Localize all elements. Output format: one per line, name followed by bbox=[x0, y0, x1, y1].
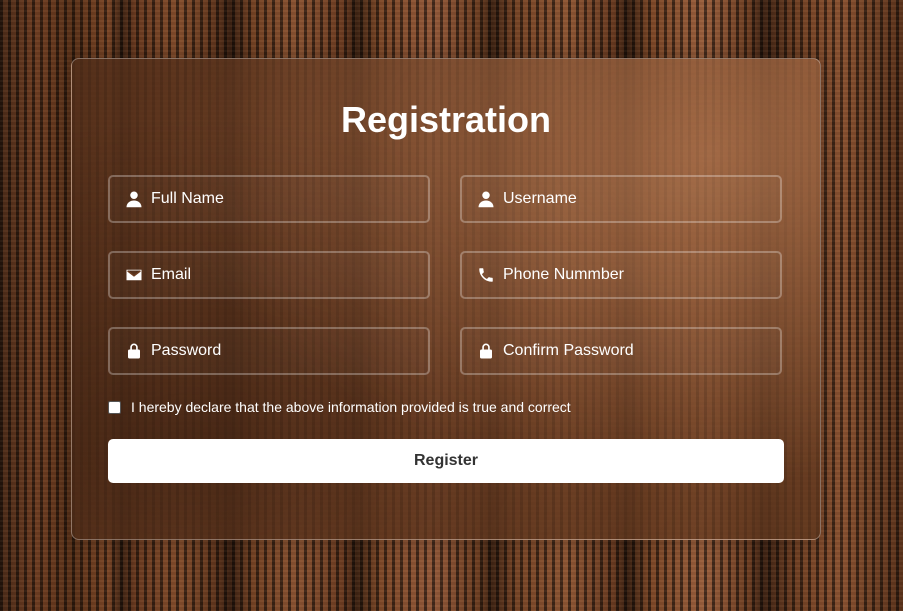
phone-icon bbox=[476, 265, 496, 285]
email-field[interactable] bbox=[108, 251, 430, 299]
password-input[interactable] bbox=[151, 342, 421, 360]
phone-field[interactable] bbox=[460, 251, 782, 299]
username-input[interactable] bbox=[503, 190, 773, 208]
declaration-checkbox[interactable] bbox=[108, 400, 121, 414]
email-input[interactable] bbox=[151, 266, 421, 284]
envelope-icon bbox=[124, 265, 144, 285]
confirm-password-field[interactable] bbox=[460, 327, 782, 375]
username-field[interactable] bbox=[460, 175, 782, 223]
password-field[interactable] bbox=[108, 327, 430, 375]
full-name-field[interactable] bbox=[108, 175, 430, 223]
registration-card: Registration Full Name Username Email Ph… bbox=[71, 58, 821, 540]
confirm-password-input[interactable] bbox=[503, 342, 773, 360]
page-title: Registration bbox=[340, 99, 552, 140]
lock-icon bbox=[476, 341, 496, 361]
declaration-row[interactable]: I hereby declare that the above informat… bbox=[108, 399, 571, 415]
register-button[interactable]: Register bbox=[108, 439, 784, 483]
user-icon bbox=[476, 189, 496, 209]
declaration-label: I hereby declare that the above informat… bbox=[131, 399, 571, 415]
user-icon bbox=[124, 189, 144, 209]
lock-icon bbox=[124, 341, 144, 361]
phone-input[interactable] bbox=[503, 266, 773, 284]
full-name-input[interactable] bbox=[151, 190, 421, 208]
